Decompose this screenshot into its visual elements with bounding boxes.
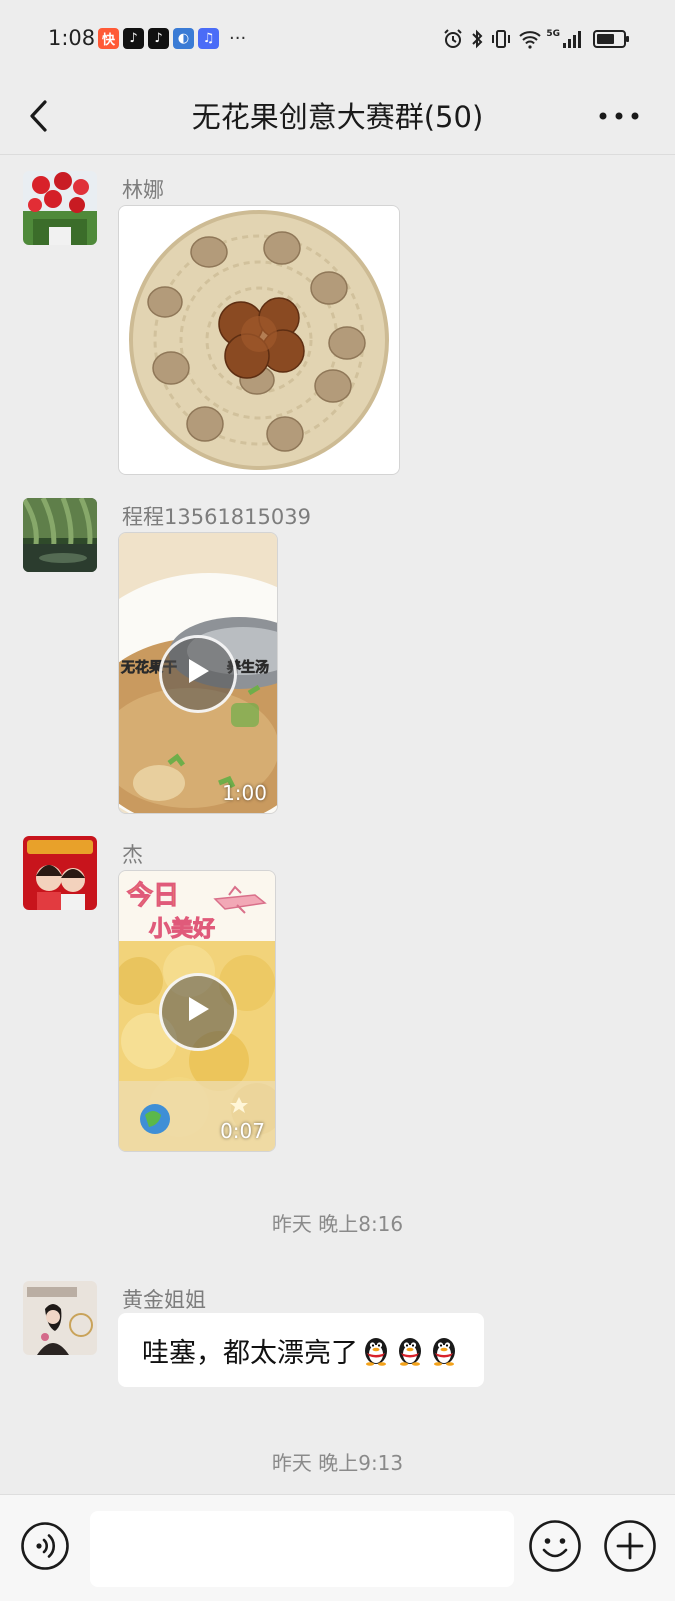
video-overlay-title: 今日 bbox=[126, 881, 180, 912]
video-overlay-subtitle: 小美好 bbox=[148, 917, 216, 943]
status-time: 1:08 bbox=[48, 26, 96, 50]
status-bar: 1:08 快 ♪ ♪ ◐ ♫ ··· 5G bbox=[0, 0, 675, 78]
smiley-icon bbox=[529, 1520, 581, 1572]
vibrate-icon bbox=[492, 30, 511, 48]
sender-name: 程程13561815039 bbox=[122, 505, 311, 529]
chat-header: 无花果创意大赛群(50) bbox=[0, 78, 675, 155]
battery-icon bbox=[593, 30, 629, 48]
bluetooth-icon bbox=[472, 29, 483, 49]
sender-avatar[interactable] bbox=[23, 498, 97, 572]
chevron-left-icon bbox=[30, 100, 47, 132]
kuaishou-icon: 快 bbox=[98, 28, 119, 49]
penguin-emoji-icon bbox=[365, 1338, 387, 1366]
penguin-emoji-icon bbox=[433, 1338, 455, 1366]
emoji-button[interactable] bbox=[528, 1519, 582, 1573]
play-button[interactable] bbox=[159, 635, 237, 713]
alarm-icon bbox=[444, 29, 463, 48]
browser-icon: ◐ bbox=[173, 28, 194, 49]
video-message[interactable]: 今日 小美好 0:07 bbox=[118, 870, 276, 1152]
more-options-button[interactable] bbox=[593, 98, 645, 134]
network-label: 5G bbox=[546, 29, 560, 39]
play-button[interactable] bbox=[159, 973, 237, 1051]
wifi-icon bbox=[519, 31, 542, 49]
signal-icon bbox=[563, 31, 581, 48]
chat-title: 无花果创意大赛群(50) bbox=[191, 100, 484, 134]
sender-avatar[interactable] bbox=[23, 1281, 97, 1355]
video-duration: 1:00 bbox=[222, 781, 267, 805]
play-icon bbox=[189, 659, 209, 683]
willow-pond-avatar-image bbox=[23, 498, 97, 572]
status-indicators: 5G bbox=[436, 28, 631, 50]
music-icon: ♫ bbox=[198, 28, 219, 49]
sender-name: 杰 bbox=[122, 843, 143, 867]
back-button[interactable] bbox=[22, 88, 72, 144]
sender-name: 黄金姐姐 bbox=[122, 1288, 206, 1312]
text-message-bubble[interactable]: 哇塞，都太漂亮了 bbox=[118, 1313, 484, 1387]
cartoon-couple-avatar-image bbox=[23, 836, 97, 910]
douyin-lite-icon: ♪ bbox=[123, 28, 144, 49]
chat-timestamp: 昨天 晚上9:13 bbox=[271, 1451, 404, 1475]
voice-icon bbox=[21, 1522, 69, 1570]
video-duration: 0:07 bbox=[220, 1119, 265, 1143]
image-message[interactable] bbox=[118, 205, 400, 475]
message-input[interactable] bbox=[90, 1511, 514, 1587]
more-functions-button[interactable] bbox=[603, 1519, 657, 1573]
more-notifications-icon: ··· bbox=[229, 28, 247, 49]
play-icon bbox=[189, 997, 209, 1021]
more-icon bbox=[599, 112, 639, 120]
plus-icon bbox=[604, 1520, 656, 1572]
penguin-emoji-icon bbox=[399, 1338, 421, 1366]
sender-avatar[interactable] bbox=[23, 171, 97, 245]
chat-timestamp: 昨天 晚上8:16 bbox=[271, 1212, 404, 1236]
status-app-icons: 快 ♪ ♪ ◐ ♫ ··· bbox=[98, 28, 246, 49]
douyin-icon: ♪ bbox=[148, 28, 169, 49]
voice-input-button[interactable] bbox=[20, 1521, 70, 1571]
sender-name: 林娜 bbox=[122, 178, 164, 202]
chat-input-bar bbox=[0, 1494, 675, 1601]
video-message[interactable]: 无花果干 养生汤 1:00 bbox=[118, 532, 278, 814]
sender-avatar[interactable] bbox=[23, 836, 97, 910]
woman-portrait-avatar-image bbox=[23, 1281, 97, 1355]
flower-avatar-image bbox=[23, 171, 97, 245]
message-text: 哇塞，都太漂亮了 bbox=[142, 1337, 358, 1369]
figs-on-mat-image bbox=[119, 206, 399, 474]
